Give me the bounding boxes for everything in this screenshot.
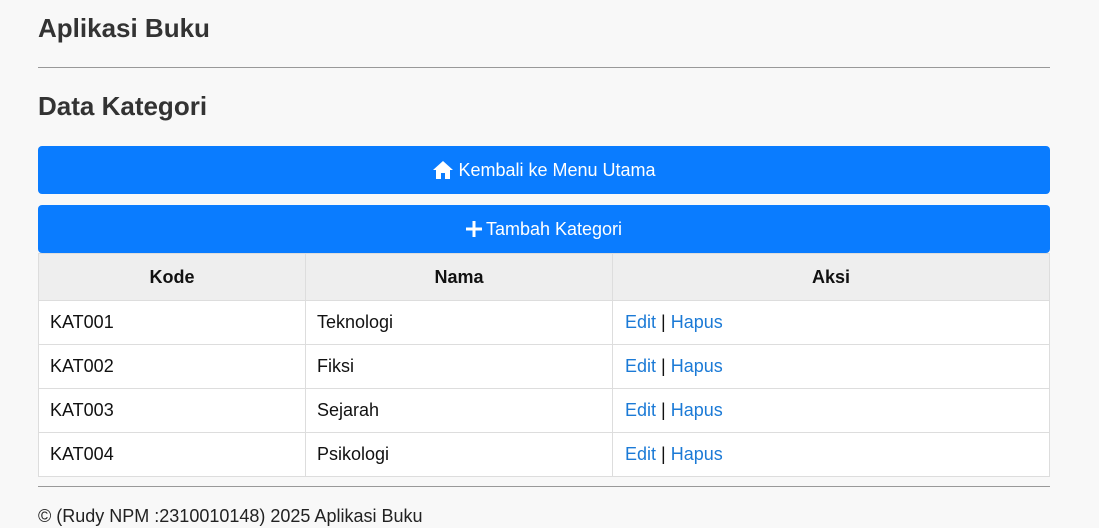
cell-kode: KAT004	[38, 432, 306, 477]
edit-link[interactable]: Edit	[625, 400, 656, 420]
action-separator: |	[661, 400, 666, 420]
action-separator: |	[661, 312, 666, 332]
cell-nama: Fiksi	[305, 344, 613, 389]
cell-kode: KAT001	[38, 300, 306, 345]
table-row: KAT002 Fiksi Edit | Hapus	[38, 344, 1050, 389]
plus-icon	[465, 221, 482, 237]
category-table: Kode Nama Aksi KAT001 Teknologi Edit | H…	[38, 253, 1050, 477]
delete-link[interactable]: Hapus	[671, 444, 723, 464]
delete-link[interactable]: Hapus	[671, 312, 723, 332]
action-separator: |	[661, 444, 666, 464]
header-divider	[38, 67, 1050, 68]
back-to-main-menu-label: Kembali ke Menu Utama	[458, 159, 656, 180]
table-row: KAT004 Psikologi Edit | Hapus	[38, 432, 1050, 477]
column-header-aksi: Aksi	[612, 253, 1050, 301]
column-header-kode: Kode	[38, 253, 306, 301]
cell-nama: Psikologi	[305, 432, 613, 477]
column-header-nama: Nama	[305, 253, 613, 301]
cell-kode: KAT002	[38, 344, 306, 389]
table-row: KAT003 Sejarah Edit | Hapus	[38, 388, 1050, 433]
footer-text: © (Rudy NPM :2310010148) 2025 Aplikasi B…	[38, 506, 423, 526]
app-title: Aplikasi Buku	[38, 13, 210, 43]
footer-divider	[38, 486, 1050, 487]
add-category-button[interactable]: Tambah Kategori	[38, 205, 1050, 253]
cell-nama: Sejarah	[305, 388, 613, 433]
action-separator: |	[661, 356, 666, 376]
cell-aksi: Edit | Hapus	[612, 300, 1050, 345]
delete-link[interactable]: Hapus	[671, 400, 723, 420]
cell-aksi: Edit | Hapus	[612, 432, 1050, 477]
cell-nama: Teknologi	[305, 300, 613, 345]
page-title: Data Kategori	[38, 91, 208, 121]
home-icon	[432, 160, 454, 180]
table-header-row: Kode Nama Aksi	[38, 253, 1050, 301]
edit-link[interactable]: Edit	[625, 312, 656, 332]
cell-aksi: Edit | Hapus	[612, 344, 1050, 389]
table-row: KAT001 Teknologi Edit | Hapus	[38, 300, 1050, 345]
edit-link[interactable]: Edit	[625, 356, 656, 376]
cell-kode: KAT003	[38, 388, 306, 433]
cell-aksi: Edit | Hapus	[612, 388, 1050, 433]
back-to-main-menu-button[interactable]: Kembali ke Menu Utama	[38, 146, 1050, 194]
edit-link[interactable]: Edit	[625, 444, 656, 464]
delete-link[interactable]: Hapus	[671, 356, 723, 376]
add-category-label: Tambah Kategori	[485, 218, 623, 239]
